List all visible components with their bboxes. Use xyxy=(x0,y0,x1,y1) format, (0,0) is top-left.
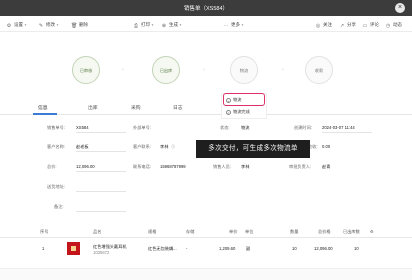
product-thumbnail xyxy=(67,242,80,255)
contact-value[interactable]: 李林 xyxy=(160,144,168,150)
chevron-down-icon: ▼ xyxy=(56,23,59,27)
row-price: 1,209.60 xyxy=(219,246,236,251)
row-product-code: 1035672 xyxy=(93,250,110,255)
address-label: 送货地址: xyxy=(47,184,65,189)
status-value: 物流 xyxy=(241,125,250,130)
phone-value: 15968787999 xyxy=(160,164,186,169)
chevron-down-icon: ▼ xyxy=(24,23,27,27)
toolbar-settings-button[interactable]: ⚙ 设置▼ xyxy=(6,21,27,29)
chevron-right-icon: › xyxy=(122,67,124,73)
toolbar-follow-button[interactable]: ◎ 关注 xyxy=(315,21,332,29)
created-label: 创建时间: xyxy=(294,125,312,130)
chevron-down-icon: ▼ xyxy=(241,23,244,27)
order-info-form: 销售单号: XS584 外部单号: 状态: 物流 创建时间: 2024-03-0… xyxy=(0,118,412,218)
info-icon: ⓘ xyxy=(171,144,176,149)
approver-label: 审批负责人: xyxy=(289,164,312,169)
check-circle-icon: ✓ xyxy=(226,110,231,115)
close-icon[interactable]: × xyxy=(395,3,405,13)
table-row[interactable]: 1 红色增强头戴耳机 1035672 红色无包装耦... - 1,209.60 … xyxy=(0,238,412,264)
customer-label: 客户名称: xyxy=(47,144,65,149)
eye-icon: ◎ xyxy=(315,23,321,29)
hint-tooltip: 多次交付，可生成多次物流单 xyxy=(196,140,310,158)
menu-item-logistics-done[interactable]: ✓ 物流完成 xyxy=(226,109,250,115)
product-table-header: 序号 品名 规格 存储 单价 单位 数量 总价格 已出库数 ⚙ xyxy=(0,226,412,238)
row-index: 1 xyxy=(42,246,45,251)
toolbar-more-button[interactable]: ⋯ 更多▼ xyxy=(223,21,244,29)
row-store: - xyxy=(186,246,188,251)
more-icon: ⋯ xyxy=(223,23,229,29)
toolbar-edit-button[interactable]: ✎ 修改▼ xyxy=(38,21,59,29)
activity-icon: ◷ xyxy=(385,23,391,29)
gear-icon[interactable]: ⚙ xyxy=(370,229,374,234)
trash-icon: 🗑 xyxy=(71,23,78,29)
toolbar-activity-button[interactable]: ◷ 动态 xyxy=(385,21,402,29)
row-shipped: 10 xyxy=(354,246,359,251)
contact-label: 客户联系: xyxy=(133,144,151,149)
total-label: 总价: xyxy=(47,164,57,169)
column-header: 数量 xyxy=(290,229,299,234)
column-header: 总价格 xyxy=(318,229,331,234)
chevron-down-icon: ▼ xyxy=(179,23,182,27)
detail-tabs: 信息 出库 采购 日志 xyxy=(0,101,412,115)
toolbar-comment-button[interactable]: ▭ 评论 xyxy=(362,21,379,29)
owner-label: 销售人员: xyxy=(213,164,231,169)
row-spec: 红色无包装耦... xyxy=(148,246,177,251)
menu-highlight-frame xyxy=(223,93,265,106)
column-header: 品名 xyxy=(93,229,102,234)
step-logistics[interactable]: 物流 xyxy=(230,56,258,84)
tab-purchase[interactable]: 采购 xyxy=(131,104,141,111)
toolbar-share-button[interactable]: ↗ 分享 xyxy=(339,21,356,29)
column-header: 单价 xyxy=(229,229,238,234)
tab-info[interactable]: 信息 xyxy=(38,104,48,111)
active-tab-indicator xyxy=(33,113,57,115)
created-value: 2024-03-07 11:44 xyxy=(322,125,355,130)
horizontal-scrollbar[interactable] xyxy=(0,268,412,280)
tab-log[interactable]: 日志 xyxy=(173,104,183,111)
step-outbound[interactable]: 已出库 xyxy=(152,56,180,84)
tab-outbound[interactable]: 出库 xyxy=(88,104,98,111)
column-header: 存储 xyxy=(186,229,195,234)
owner-value: 李林 xyxy=(241,164,250,169)
step-payment[interactable]: 收款 xyxy=(305,56,333,84)
order-no-label: 销售单号: xyxy=(47,125,65,130)
chevron-right-icon: › xyxy=(203,67,205,73)
column-header: 序号 xyxy=(40,229,49,234)
column-header: 单位 xyxy=(245,229,254,234)
plus-circle-icon: ⊕ xyxy=(161,23,167,29)
chevron-right-icon: › xyxy=(282,67,284,73)
remark-label: 备注: xyxy=(54,204,64,209)
phone-label: 联系电话: xyxy=(133,164,151,169)
total-value: 12,096.00 xyxy=(76,164,95,169)
column-header: 规格 xyxy=(148,229,157,234)
toolbar: ⚙ 设置▼ ✎ 修改▼ 🗑 删除 ⎙ 打印▼ ⊕ 生成▼ ⋯ 更多▼ ◎ 关注 ↗ 分享 ▭ 评论… xyxy=(0,18,412,32)
window-titlebar: 销售单（XS584） × xyxy=(0,0,412,16)
approver-value: 赵青 xyxy=(322,164,331,169)
share-icon: ↗ xyxy=(339,23,345,29)
row-unit: 副 xyxy=(246,246,251,251)
edit-icon: ✎ xyxy=(38,23,44,29)
comment-icon: ▭ xyxy=(362,23,368,29)
workflow-steps: 已审核 › 已出库 › 物流 › 收款 xyxy=(0,56,412,90)
receivable-value: 0.00 xyxy=(322,144,331,149)
column-header: 已出库数 xyxy=(343,229,360,234)
row-qty: 10 xyxy=(292,246,297,251)
row-total: 12,096.00 xyxy=(314,246,333,251)
step-approved[interactable]: 已审核 xyxy=(72,56,100,84)
gear-icon: ⚙ xyxy=(6,23,12,29)
toolbar-generate-button[interactable]: ⊕ 生成▼ xyxy=(161,21,182,29)
customer-value[interactable]: 赵老板 xyxy=(76,144,89,150)
chevron-down-icon: ▼ xyxy=(151,23,154,27)
status-label: 状态: xyxy=(220,125,230,130)
printer-icon: ⎙ xyxy=(133,23,138,29)
external-no-label: 外部单号: xyxy=(133,125,151,130)
toolbar-delete-button[interactable]: 🗑 删除 xyxy=(71,21,88,29)
order-no-value: XS584 xyxy=(76,125,89,130)
toolbar-print-button[interactable]: ⎙ 打印▼ xyxy=(133,21,154,29)
window-title: 销售单（XS584） xyxy=(183,6,228,12)
